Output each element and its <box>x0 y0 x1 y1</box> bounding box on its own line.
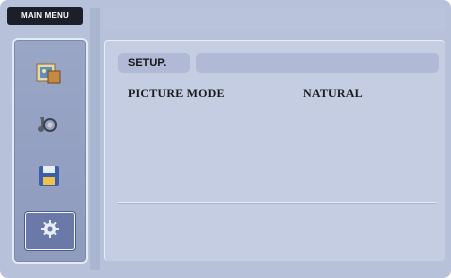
setup-header-bar <box>196 53 439 73</box>
audio-icon <box>34 111 64 142</box>
top-bar <box>104 8 447 30</box>
picture-mode-value[interactable]: NATURAL <box>303 86 363 101</box>
sidebar <box>12 38 88 264</box>
sidebar-item-picture[interactable] <box>25 58 73 94</box>
setup-tab[interactable]: SETUP. <box>118 53 190 73</box>
save-icon <box>34 163 64 194</box>
panel-divider-shadow <box>118 203 436 204</box>
main-menu-title: MAIN MENU <box>7 7 83 25</box>
frame-separator <box>90 8 100 270</box>
osd-menu: MAIN MENU SETUP. PICTURE MODE NATURAL <box>0 0 451 278</box>
picture-icon <box>34 61 64 92</box>
sidebar-item-save[interactable] <box>25 160 73 196</box>
content-panel <box>104 40 445 261</box>
picture-mode-label[interactable]: PICTURE MODE <box>128 86 225 101</box>
gear-icon <box>38 217 62 246</box>
sidebar-item-settings[interactable] <box>25 212 75 250</box>
sidebar-item-audio[interactable] <box>25 108 73 144</box>
